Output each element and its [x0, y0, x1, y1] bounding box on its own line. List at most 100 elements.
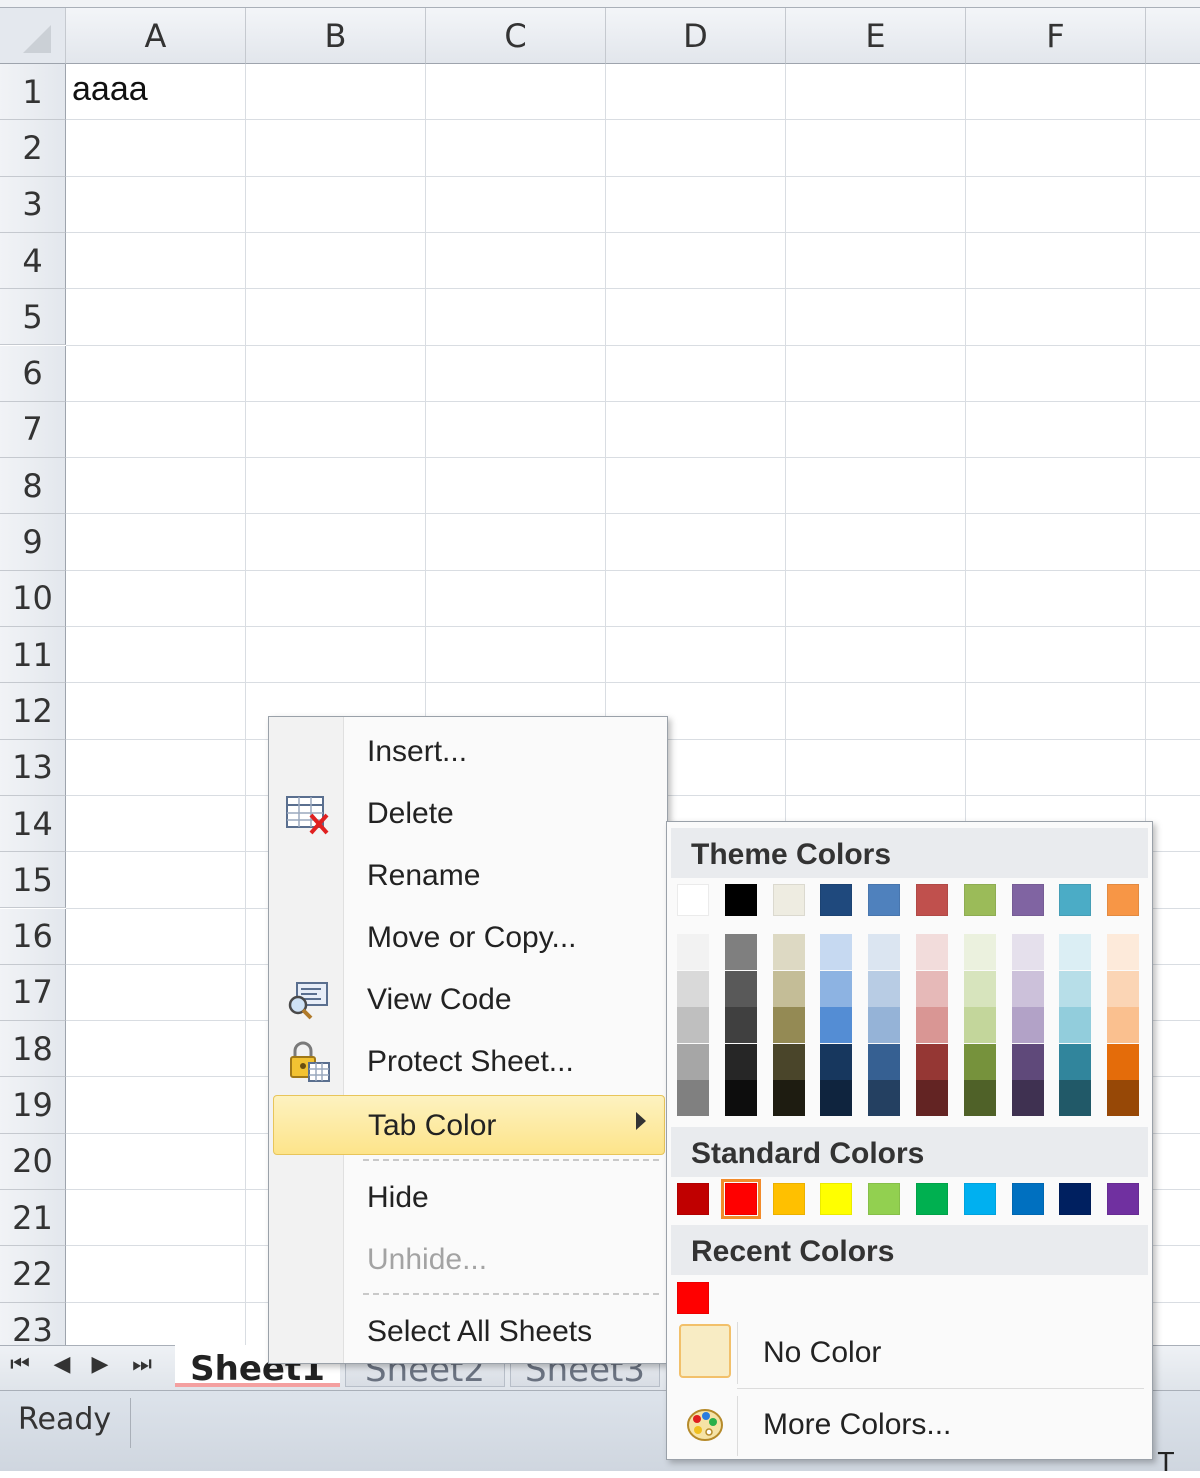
row-header-8[interactable]: 8 [0, 458, 66, 515]
row-header-5[interactable]: 5 [0, 289, 66, 346]
recent-color-swatch[interactable] [677, 1282, 709, 1314]
standard-color-swatch[interactable] [868, 1183, 901, 1215]
column-header-d[interactable]: D [606, 8, 786, 64]
theme-shade-swatch[interactable] [868, 1007, 901, 1043]
theme-shade-swatch[interactable] [820, 970, 853, 1007]
theme-shade-swatch[interactable] [916, 1007, 948, 1043]
standard-color-swatch[interactable] [720, 1179, 761, 1219]
row-header-23[interactable]: 23 [0, 1302, 66, 1345]
row-header-18[interactable]: 18 [0, 1021, 66, 1078]
column-header-b[interactable]: B [246, 8, 426, 64]
theme-shade-swatch[interactable] [820, 1007, 853, 1043]
row-header-12[interactable]: 12 [0, 683, 66, 740]
theme-shade-swatch[interactable] [772, 970, 805, 1007]
theme-shade-swatch[interactable] [963, 1043, 996, 1080]
theme-shade-swatch[interactable] [1107, 934, 1140, 970]
menu-item-protect-sheet[interactable]: Protect Sheet... [275, 1033, 661, 1089]
row-header-15[interactable]: 15 [0, 852, 66, 909]
row-header-1[interactable]: 1 [0, 64, 66, 121]
menu-item-insert[interactable]: Insert... [275, 723, 661, 779]
theme-shade-swatch[interactable] [1059, 1043, 1092, 1080]
theme-color-swatch[interactable] [820, 884, 853, 916]
theme-shade-swatch[interactable] [1011, 970, 1044, 1007]
theme-shade-swatch[interactable] [1059, 970, 1092, 1007]
menu-item-hide[interactable]: Hide [275, 1169, 661, 1225]
theme-color-swatch[interactable] [916, 884, 948, 916]
first-sheet-icon[interactable]: ⏮ [2, 1352, 38, 1377]
theme-shade-swatch[interactable] [677, 934, 709, 970]
row-header-19[interactable]: 19 [0, 1077, 66, 1134]
standard-color-swatch[interactable] [916, 1183, 948, 1215]
row-header-14[interactable]: 14 [0, 795, 66, 853]
row-header-6[interactable]: 6 [0, 345, 66, 402]
theme-shade-swatch[interactable] [963, 1007, 996, 1043]
theme-shade-swatch[interactable] [772, 934, 805, 970]
theme-shade-swatch[interactable] [724, 1007, 757, 1043]
theme-shade-swatch[interactable] [724, 1043, 757, 1080]
column-header-c[interactable]: C [426, 8, 606, 64]
theme-shade-swatch[interactable] [724, 1080, 757, 1116]
prev-sheet-icon[interactable]: ◀ [44, 1352, 80, 1377]
row-header-7[interactable]: 7 [0, 401, 66, 459]
row-header-11[interactable]: 11 [0, 627, 66, 684]
menu-item-view-code[interactable]: View Code [275, 971, 661, 1027]
theme-shade-swatch[interactable] [868, 1043, 901, 1080]
row-header-4[interactable]: 4 [0, 232, 66, 290]
standard-color-swatch[interactable] [820, 1183, 853, 1215]
theme-shade-swatch[interactable] [677, 1080, 709, 1116]
standard-color-swatch[interactable] [677, 1183, 709, 1215]
menu-item-delete[interactable]: Delete [275, 785, 661, 841]
theme-color-swatch[interactable] [772, 884, 805, 916]
theme-shade-swatch[interactable] [772, 1080, 805, 1116]
theme-shade-swatch[interactable] [868, 1080, 901, 1116]
theme-shade-swatch[interactable] [1107, 1080, 1140, 1116]
theme-color-swatch[interactable] [1059, 884, 1092, 916]
no-color-option[interactable]: No Color [671, 1320, 1148, 1386]
theme-shade-swatch[interactable] [1107, 1043, 1140, 1080]
standard-color-swatch[interactable] [963, 1183, 996, 1215]
row-header-16[interactable]: 16 [0, 908, 66, 965]
theme-shade-swatch[interactable] [1011, 934, 1044, 970]
theme-color-swatch[interactable] [677, 884, 709, 916]
theme-shade-swatch[interactable] [677, 1007, 709, 1043]
theme-shade-swatch[interactable] [1059, 934, 1092, 970]
column-header-partial[interactable] [1146, 8, 1200, 64]
menu-item-move-or-copy[interactable]: Move or Copy... [275, 909, 661, 965]
row-header-21[interactable]: 21 [0, 1190, 66, 1247]
row-header-3[interactable]: 3 [0, 176, 66, 233]
theme-shade-swatch[interactable] [916, 970, 948, 1007]
standard-color-swatch[interactable] [1011, 1183, 1044, 1215]
theme-shade-swatch[interactable] [916, 1080, 948, 1116]
standard-color-swatch[interactable] [772, 1183, 805, 1215]
theme-color-swatch[interactable] [1107, 884, 1140, 916]
theme-color-swatch[interactable] [963, 884, 996, 916]
theme-shade-swatch[interactable] [724, 934, 757, 970]
next-sheet-icon[interactable]: ▶ [82, 1352, 118, 1377]
theme-shade-swatch[interactable] [772, 1043, 805, 1080]
theme-color-swatch[interactable] [724, 884, 757, 916]
theme-shade-swatch[interactable] [963, 1080, 996, 1116]
theme-shade-swatch[interactable] [1059, 1007, 1092, 1043]
theme-shade-swatch[interactable] [1011, 1007, 1044, 1043]
last-sheet-icon[interactable]: ⏭ [124, 1352, 160, 1377]
standard-color-swatch[interactable] [1107, 1183, 1140, 1215]
column-header-a[interactable]: A [66, 8, 246, 64]
menu-item-rename[interactable]: Rename [275, 847, 661, 903]
row-header-22[interactable]: 22 [0, 1246, 66, 1303]
theme-color-swatch[interactable] [868, 884, 901, 916]
theme-shade-swatch[interactable] [1011, 1043, 1044, 1080]
theme-color-swatch[interactable] [1011, 884, 1044, 916]
column-header-f[interactable]: F [966, 8, 1146, 64]
theme-shade-swatch[interactable] [677, 970, 709, 1007]
row-header-9[interactable]: 9 [0, 514, 66, 571]
theme-shade-swatch[interactable] [868, 970, 901, 1007]
cell-a1[interactable]: aaaa [72, 70, 148, 109]
row-header-17[interactable]: 17 [0, 964, 66, 1022]
theme-shade-swatch[interactable] [916, 1043, 948, 1080]
column-header-e[interactable]: E [786, 8, 966, 64]
select-all-corner[interactable] [0, 8, 66, 64]
theme-shade-swatch[interactable] [916, 934, 948, 970]
theme-shade-swatch[interactable] [820, 934, 853, 970]
standard-color-swatch[interactable] [1059, 1183, 1092, 1215]
theme-shade-swatch[interactable] [772, 1007, 805, 1043]
